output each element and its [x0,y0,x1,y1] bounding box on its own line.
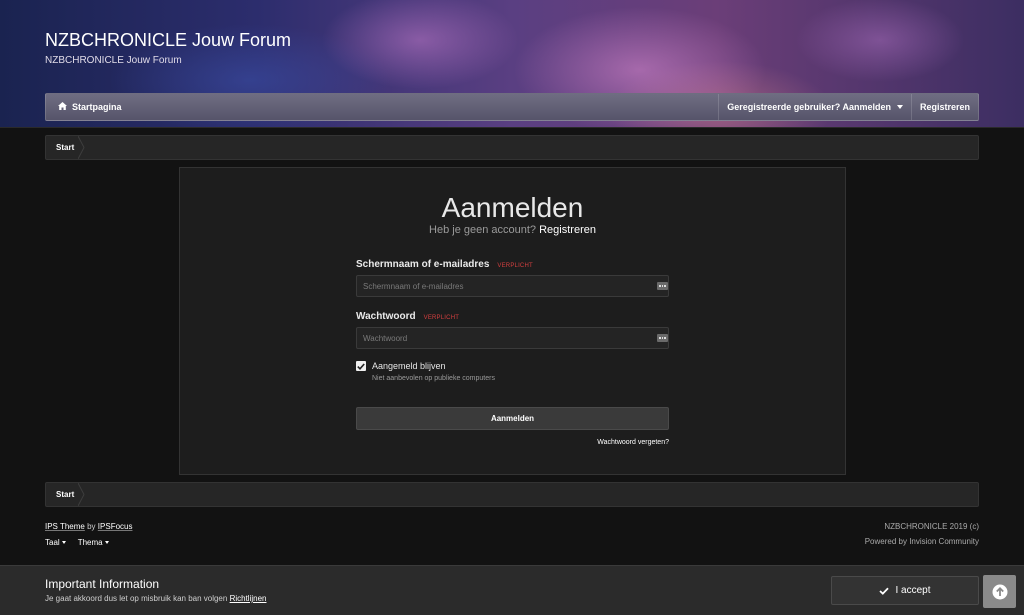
password-label-row: Wachtwoord VERPLICHT [356,311,459,322]
notice-text: Je gaat akkoord dus let op misbruik kan … [45,594,266,603]
register-link[interactable]: Registreren [910,94,978,120]
powered-by-link[interactable]: Powered by Invision Community [865,537,979,546]
home-icon [58,102,67,112]
sign-in-button[interactable]: Aanmelden [356,407,669,430]
theme-credit: IPS Theme by IPSFocus [45,522,132,531]
arrow-up-circle-icon [992,584,1007,599]
breadcrumb-top: Start [45,135,979,160]
no-account-text: Heb je geen account? [429,224,537,236]
notice-message: Je gaat akkoord dus let op misbruik kan … [45,594,228,603]
required-badge: VERPLICHT [423,315,460,321]
notice-title: Important Information [45,577,160,591]
username-label: Schermnaam of e-mailadres [356,259,490,270]
remember-me-description: Niet aanbevolen op publieke computers [372,375,495,382]
guidelines-link[interactable]: Richtlijnen [230,594,267,603]
breadcrumb-separator-icon [78,483,85,506]
breadcrumb-bottom: Start [45,482,979,507]
password-label: Wachtwoord [356,311,416,322]
register-inline-link[interactable]: Registreren [539,224,596,236]
forgot-password-link[interactable]: Wachtwoord vergeten? [356,439,669,446]
check-icon [357,362,365,370]
username-label-row: Schermnaam of e-mailadres VERPLICHT [356,259,533,270]
footer-links: Taal Thema [45,538,109,547]
ips-theme-link[interactable]: IPS Theme [45,522,85,531]
nav-home-link[interactable]: Startpagina [46,102,122,112]
sign-in-label: Geregistreerde gebruiker? Aanmelden [727,102,891,112]
nav-home-label: Startpagina [72,102,122,112]
login-form: Aanmelden Heb je geen account? Registrer… [179,167,846,475]
remember-me-label[interactable]: Aangemeld blijven [372,361,446,371]
language-label: Taal [45,538,60,547]
language-menu[interactable]: Taal [45,538,66,547]
remember-me-checkbox[interactable] [356,361,366,371]
check-icon [879,587,890,595]
password-manager-icon[interactable] [657,282,668,290]
user-nav: Geregistreerde gebruiker? Aanmelden Regi… [718,94,978,120]
copyright: NZBCHRONICLE 2019 (c) [884,522,979,531]
scroll-to-top-button[interactable] [983,575,1016,608]
site-subtitle: NZBCHRONICLE Jouw Forum [45,55,182,66]
theme-by-text: by [87,522,96,531]
chevron-down-icon [104,541,109,544]
register-label: Registreren [919,102,970,112]
chevron-down-icon [896,105,903,109]
password-input[interactable] [356,327,669,349]
accept-label: I accept [895,585,931,596]
username-input[interactable] [356,275,669,297]
page-title: Aanmelden [441,192,584,223]
theme-label: Thema [77,538,103,547]
theme-menu[interactable]: Thema [78,538,109,547]
breadcrumb-separator-icon [78,136,85,159]
ipsfocus-link[interactable]: IPSFocus [98,522,133,531]
accept-button[interactable]: I accept [831,576,979,605]
important-information-bar: Important Information Je gaat akkoord du… [0,565,1024,615]
site-title[interactable]: NZBCHRONICLE Jouw Forum [45,30,291,51]
required-badge: VERPLICHT [497,263,533,269]
password-manager-icon[interactable] [657,334,668,342]
chevron-down-icon [61,541,66,544]
header-banner: NZBCHRONICLE Jouw Forum NZBCHRONICLE Jou… [0,0,1024,128]
no-account-line: Heb je geen account? Registreren [180,224,845,236]
sign-in-dropdown[interactable]: Geregistreerde gebruiker? Aanmelden [718,94,911,120]
main-navigation: Startpagina Geregistreerde gebruiker? Aa… [45,93,979,121]
